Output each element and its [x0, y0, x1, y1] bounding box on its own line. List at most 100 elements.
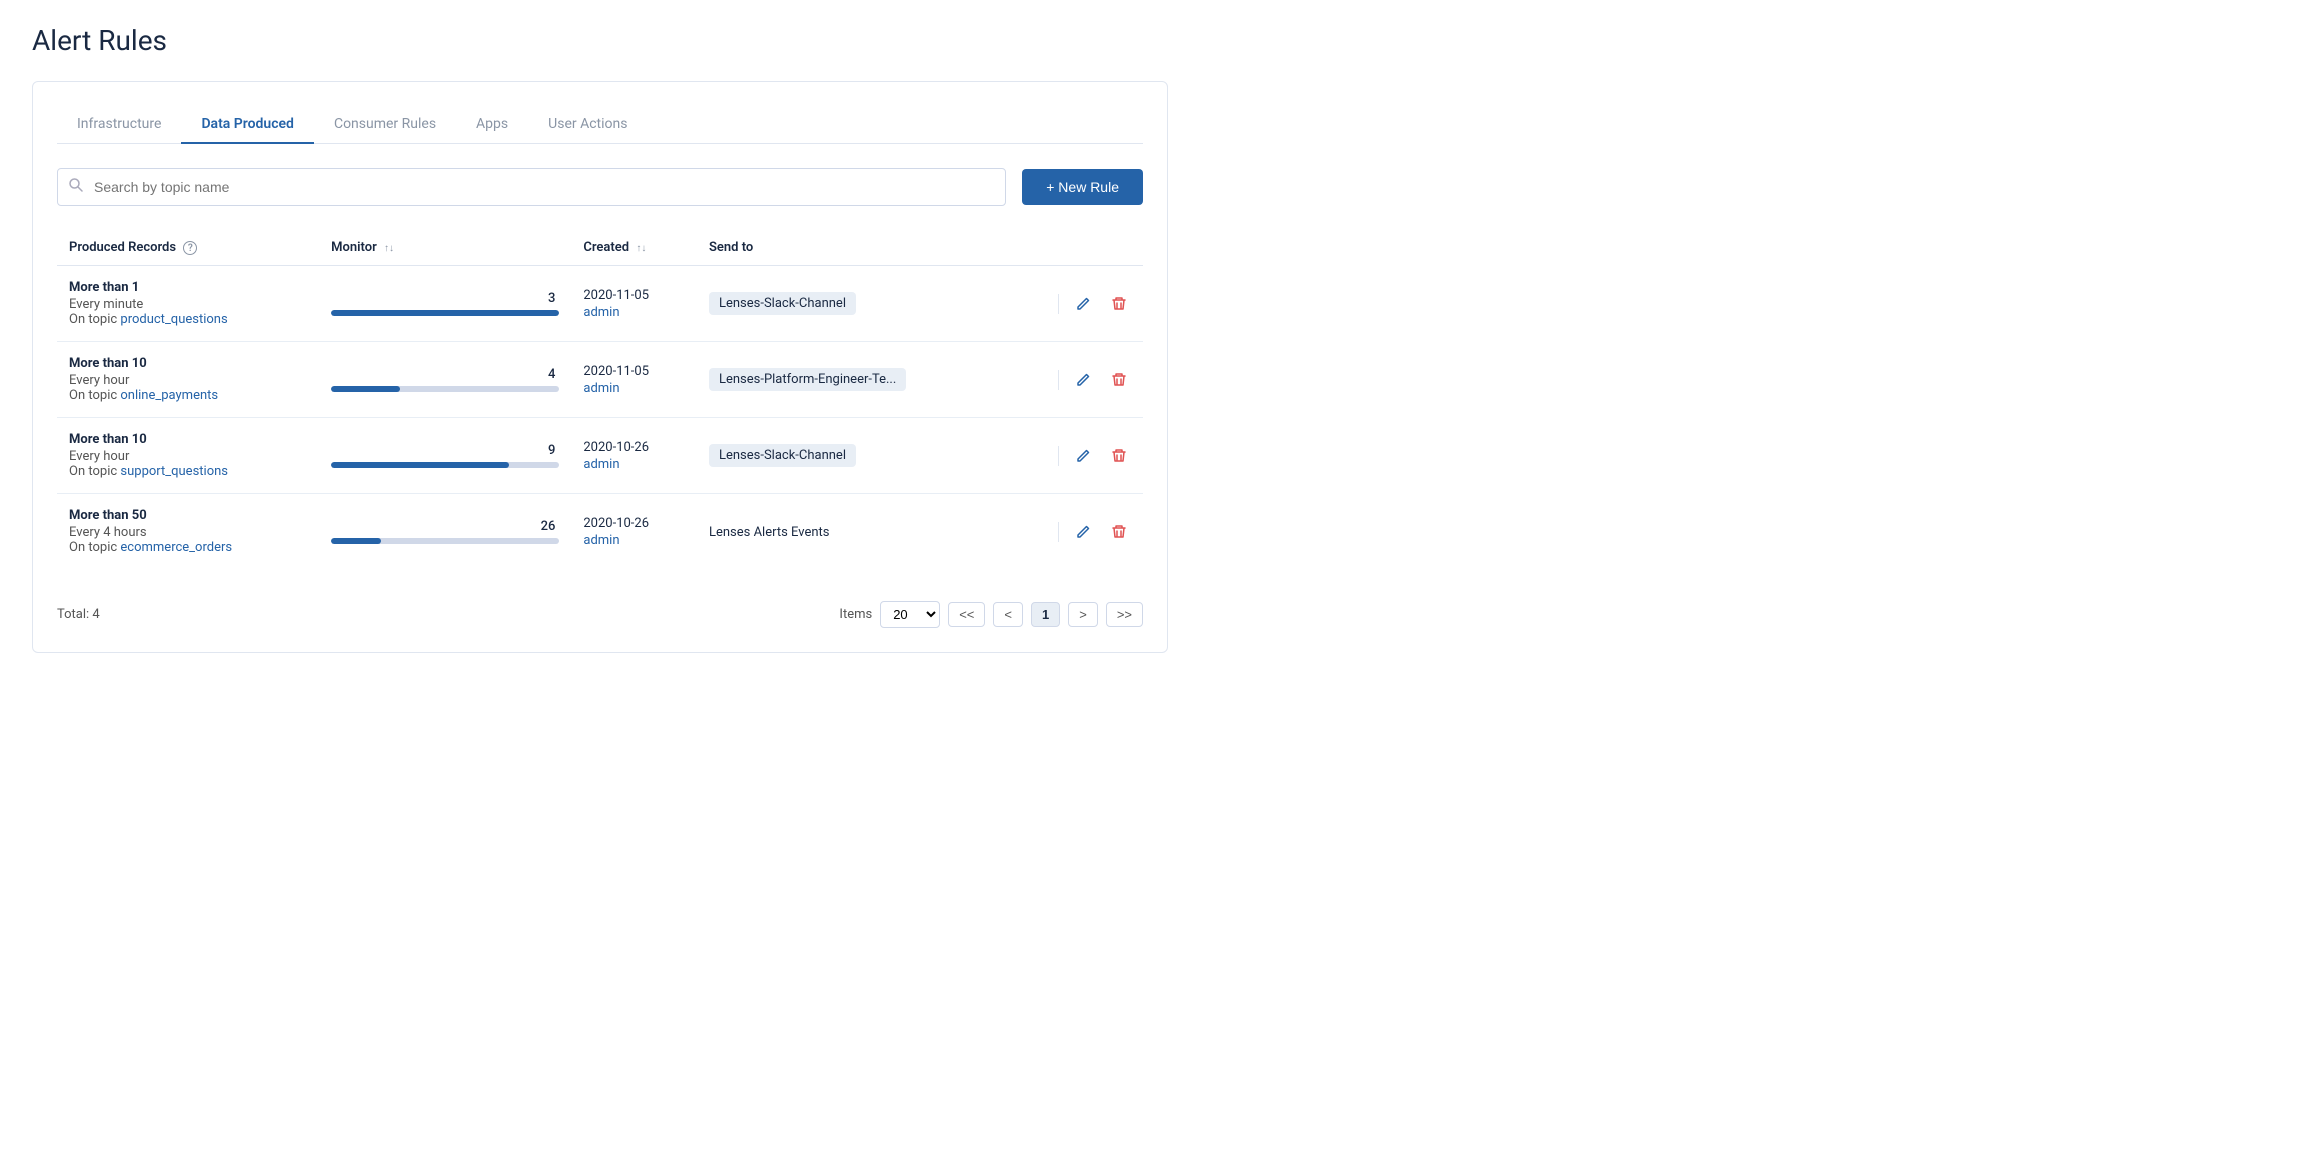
action-divider — [1058, 446, 1059, 466]
rule-topic-label: On topic ecommerce_orders — [69, 540, 307, 555]
rule-topic-label: On topic product_questions — [69, 312, 307, 327]
send-to-badge: Lenses-Platform-Engineer-Te... — [709, 368, 906, 391]
rule-topic-link[interactable]: ecommerce_orders — [120, 540, 232, 555]
monitor-cell: 4 — [319, 342, 571, 418]
monitor-cell: 3 — [319, 266, 571, 342]
search-input[interactable] — [57, 168, 1006, 206]
total-label: Total: 4 — [57, 607, 100, 622]
col-send-to: Send to — [697, 230, 1007, 266]
rule-topic-label: On topic online_payments — [69, 388, 307, 403]
monitor-sort-icon[interactable]: ↑↓ — [384, 243, 394, 254]
tab-apps[interactable]: Apps — [456, 106, 528, 144]
produced-records-cell: More than 10 Every hour On topic support… — [57, 418, 319, 494]
rule-freq: Every minute — [69, 297, 307, 312]
edit-button[interactable] — [1071, 520, 1095, 544]
created-user: admin — [583, 533, 685, 548]
first-page-button[interactable]: << — [948, 602, 985, 627]
tab-data-produced[interactable]: Data Produced — [181, 106, 314, 144]
table-row: More than 50 Every 4 hours On topic ecom… — [57, 494, 1143, 570]
created-cell: 2020-11-05 admin — [571, 342, 697, 418]
tab-infrastructure[interactable]: Infrastructure — [57, 106, 181, 144]
delete-button[interactable] — [1107, 520, 1131, 544]
table-row: More than 1 Every minute On topic produc… — [57, 266, 1143, 342]
actions-cell — [1007, 266, 1143, 342]
tab-user-actions[interactable]: User Actions — [528, 106, 647, 144]
tab-consumer-rules[interactable]: Consumer Rules — [314, 106, 456, 144]
rule-freq: Every hour — [69, 373, 307, 388]
prev-page-button[interactable]: < — [993, 602, 1023, 627]
rule-condition: More than 10 — [69, 356, 307, 371]
monitor-value: 9 — [548, 443, 559, 458]
help-icon[interactable]: ? — [183, 241, 197, 255]
items-per-page-select[interactable]: 102050100 — [880, 601, 940, 628]
edit-button[interactable] — [1071, 292, 1095, 316]
delete-button[interactable] — [1107, 368, 1131, 392]
created-cell: 2020-10-26 admin — [571, 494, 697, 570]
rule-condition: More than 1 — [69, 280, 307, 295]
col-actions — [1007, 230, 1143, 266]
monitor-bar-fill — [331, 462, 509, 468]
created-user: admin — [583, 381, 685, 396]
send-to-cell: Lenses-Slack-Channel — [697, 418, 1007, 494]
rule-topic-link[interactable]: product_questions — [120, 312, 227, 327]
action-divider — [1058, 522, 1059, 542]
actions-cell — [1007, 342, 1143, 418]
edit-button[interactable] — [1071, 368, 1095, 392]
last-page-button[interactable]: >> — [1106, 602, 1143, 627]
rule-topic-link[interactable]: support_questions — [120, 464, 228, 479]
actions-cell — [1007, 418, 1143, 494]
monitor-value: 26 — [541, 519, 560, 534]
monitor-cell: 26 — [319, 494, 571, 570]
next-page-button[interactable]: > — [1068, 602, 1098, 627]
delete-button[interactable] — [1107, 292, 1131, 316]
main-card: InfrastructureData ProducedConsumer Rule… — [32, 81, 1168, 653]
action-divider — [1058, 370, 1059, 390]
col-produced-records: Produced Records ? — [57, 230, 319, 266]
monitor-bar-track — [331, 386, 559, 392]
actions-cell — [1007, 494, 1143, 570]
new-rule-button[interactable]: + New Rule — [1022, 169, 1143, 205]
delete-button[interactable] — [1107, 444, 1131, 468]
search-container — [57, 168, 1006, 206]
rule-topic-label: On topic support_questions — [69, 464, 307, 479]
col-monitor: Monitor ↑↓ — [319, 230, 571, 266]
rule-topic-link[interactable]: online_payments — [120, 388, 218, 403]
monitor-bar-track — [331, 538, 559, 544]
items-label: Items — [839, 607, 872, 622]
monitor-value: 4 — [548, 367, 559, 382]
table-row: More than 10 Every hour On topic support… — [57, 418, 1143, 494]
footer: Total: 4 Items 102050100 << < 1 > >> — [57, 593, 1143, 628]
created-sort-icon[interactable]: ↑↓ — [636, 243, 646, 254]
edit-button[interactable] — [1071, 444, 1095, 468]
produced-records-cell: More than 50 Every 4 hours On topic ecom… — [57, 494, 319, 570]
created-date: 2020-10-26 — [583, 440, 685, 455]
rules-table: Produced Records ? Monitor ↑↓ Created ↑↓… — [57, 230, 1143, 569]
send-to-badge: Lenses-Slack-Channel — [709, 292, 856, 315]
monitor-bar-fill — [331, 386, 399, 392]
col-created: Created ↑↓ — [571, 230, 697, 266]
monitor-cell: 9 — [319, 418, 571, 494]
action-divider — [1058, 294, 1059, 314]
table-row: More than 10 Every hour On topic online_… — [57, 342, 1143, 418]
page-title: Alert Rules — [32, 24, 1168, 57]
created-user: admin — [583, 457, 685, 472]
current-page-button[interactable]: 1 — [1031, 602, 1060, 627]
created-date: 2020-11-05 — [583, 288, 685, 303]
toolbar: + New Rule — [57, 168, 1143, 206]
rule-condition: More than 10 — [69, 432, 307, 447]
created-user: admin — [583, 305, 685, 320]
rule-condition: More than 50 — [69, 508, 307, 523]
created-date: 2020-10-26 — [583, 516, 685, 531]
monitor-value: 3 — [548, 291, 559, 306]
created-cell: 2020-11-05 admin — [571, 266, 697, 342]
monitor-bar-fill — [331, 538, 381, 544]
send-to-cell: Lenses-Slack-Channel — [697, 266, 1007, 342]
tab-nav: InfrastructureData ProducedConsumer Rule… — [57, 106, 1143, 144]
created-date: 2020-11-05 — [583, 364, 685, 379]
created-cell: 2020-10-26 admin — [571, 418, 697, 494]
send-to-cell: Lenses Alerts Events — [697, 494, 1007, 570]
rule-freq: Every hour — [69, 449, 307, 464]
monitor-bar-fill — [331, 310, 559, 316]
produced-records-cell: More than 1 Every minute On topic produc… — [57, 266, 319, 342]
send-to-badge: Lenses-Slack-Channel — [709, 444, 856, 467]
